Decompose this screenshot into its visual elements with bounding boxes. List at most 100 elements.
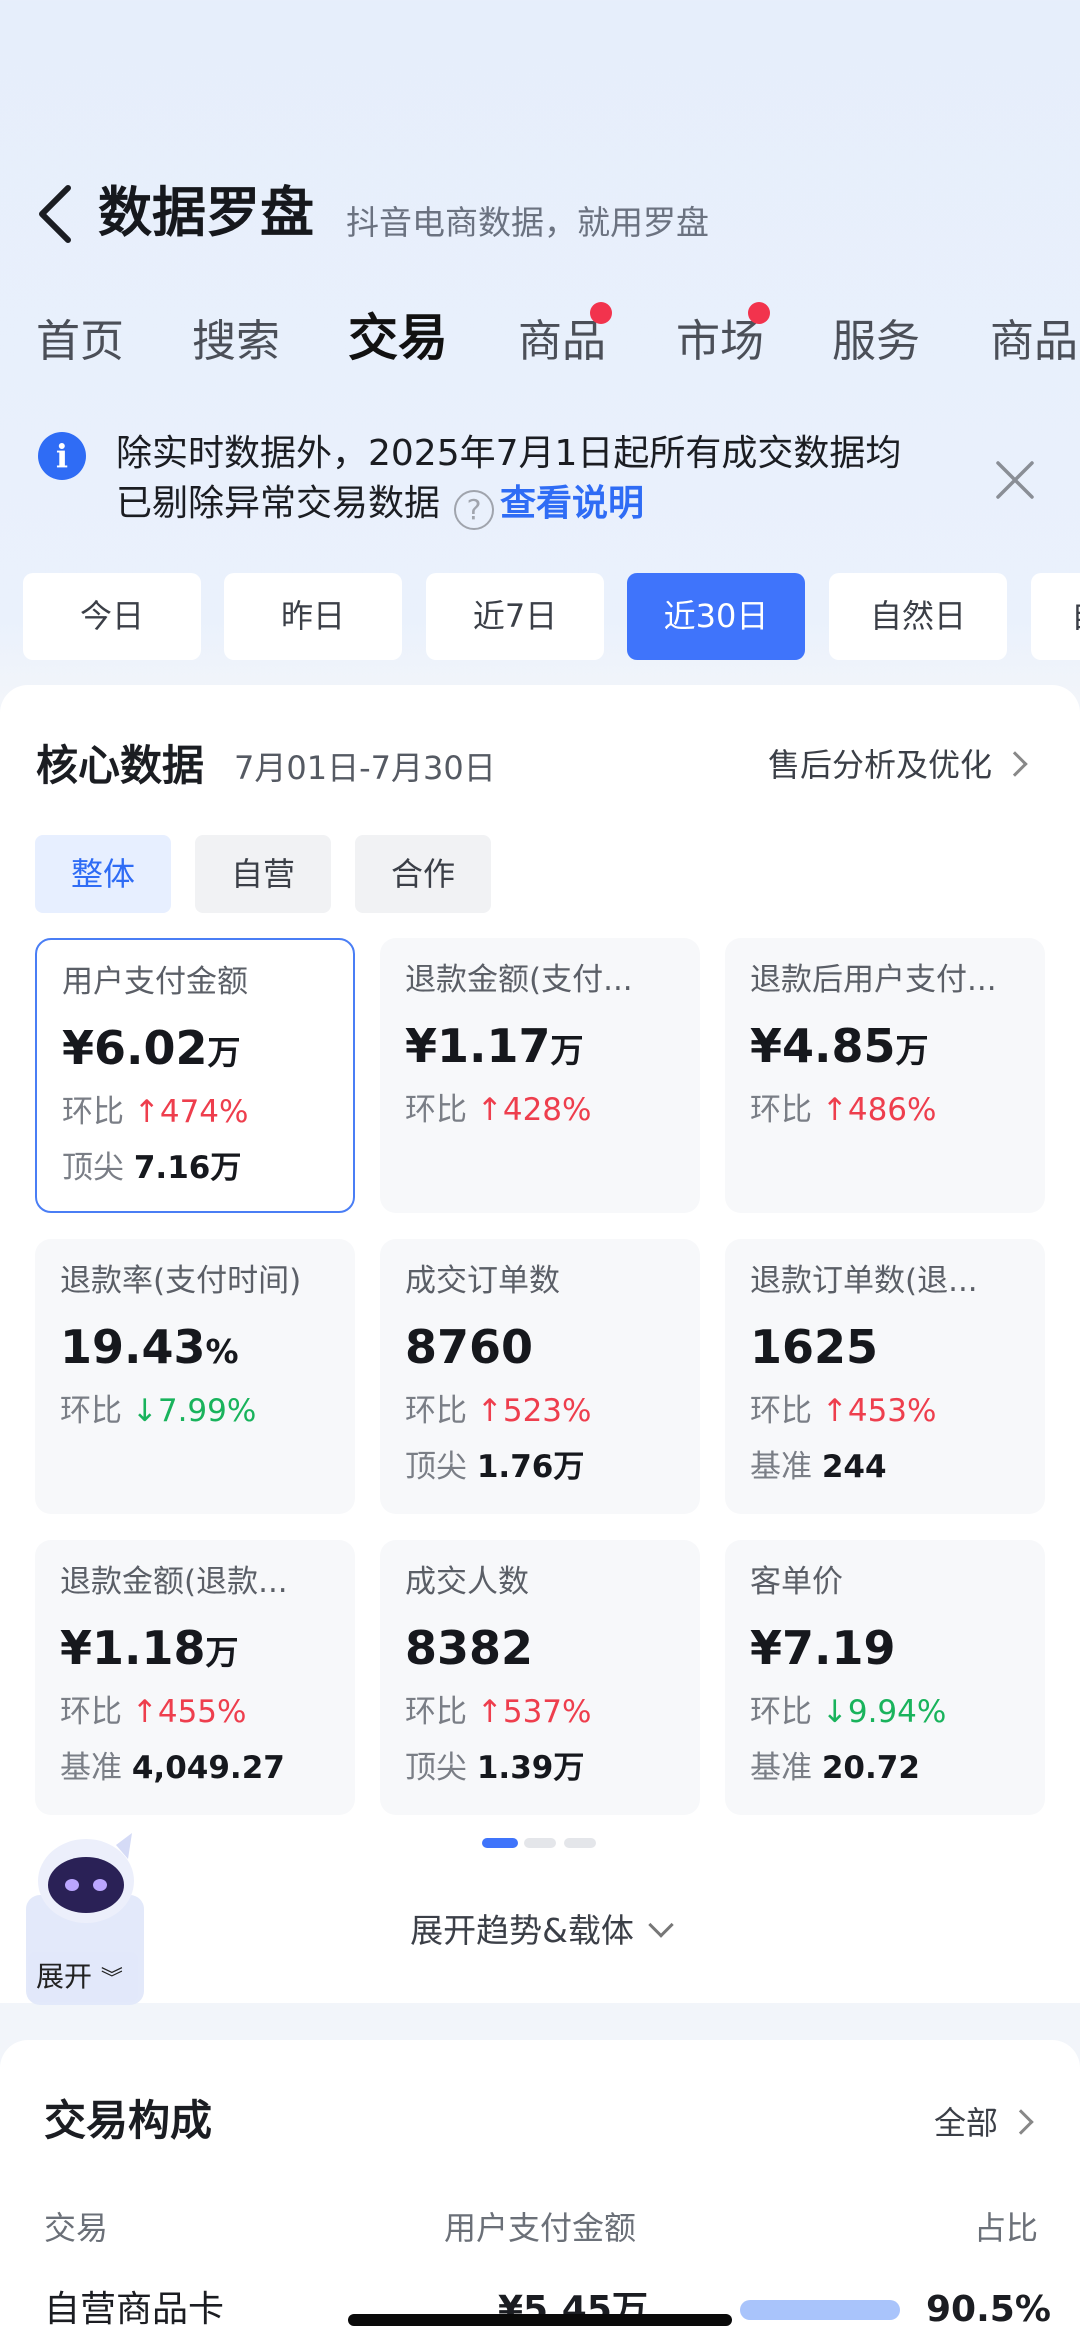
range-30-days[interactable]: 近30日 xyxy=(627,573,805,660)
chevron-left-icon[interactable] xyxy=(32,184,82,244)
tab-market-badge xyxy=(748,302,770,324)
tab-trade[interactable]: 交易 xyxy=(348,308,448,368)
range-natural-day[interactable]: 自然日 xyxy=(829,573,1007,660)
segment-self-operated[interactable]: 自营 xyxy=(195,835,331,913)
metric-unit: 万 xyxy=(895,1031,929,1070)
metric-value: 8760 xyxy=(405,1317,533,1377)
metric-card-refund-amount-pay[interactable]: 退款金额(支付... ¥1.17万 环比 ↑428% xyxy=(380,938,700,1213)
benchmark-value: 1.76万 xyxy=(476,1449,585,1485)
metric-benchmark: 顶尖 1.39万 xyxy=(405,1746,584,1790)
composition-all-label: 全部 xyxy=(934,2104,999,2142)
after-sales-analysis-link[interactable]: 售后分析及优化 xyxy=(768,742,1028,788)
compare-label: 环比 xyxy=(750,1694,812,1730)
compare-label: 环比 xyxy=(750,1092,812,1128)
metric-compare: 环比 ↑474% xyxy=(62,1090,248,1134)
assistant-expand-button[interactable]: 展开 ︾ xyxy=(28,1952,138,2002)
compare-label: 环比 xyxy=(62,1094,124,1130)
core-data-date-range: 7月01日-7月30日 xyxy=(234,749,496,787)
compare-label: 环比 xyxy=(60,1393,122,1429)
tab-goods-2[interactable]: 商品 xyxy=(990,312,1078,372)
tab-home[interactable]: 首页 xyxy=(36,312,124,372)
benchmark-label: 顶尖 xyxy=(405,1449,467,1485)
benchmark-value: 4,049.27 xyxy=(131,1750,285,1786)
metric-compare: 环比 ↓9.94% xyxy=(750,1690,946,1734)
range-7-days[interactable]: 近7日 xyxy=(426,573,604,660)
expand-trend-label: 展开趋势&载体 xyxy=(410,1911,634,1950)
metric-unit: % xyxy=(205,1332,239,1371)
metric-number: ¥1.17 xyxy=(405,1019,551,1073)
range-yesterday[interactable]: 昨日 xyxy=(224,573,402,660)
metric-number: 8760 xyxy=(405,1320,534,1374)
after-sales-analysis-label: 售后分析及优化 xyxy=(768,746,993,784)
compare-value: 455% xyxy=(157,1694,247,1730)
composition-all-link[interactable]: 全部 xyxy=(934,2100,1034,2146)
metric-value: 19.43% xyxy=(60,1317,239,1382)
metric-card-refund-order-count[interactable]: 退款订单数(退... 1625 环比 ↑453% 基准 244 xyxy=(725,1239,1045,1514)
expand-trend-button[interactable]: 展开趋势&载体 xyxy=(0,1906,1080,1956)
metric-number: ¥7.19 xyxy=(750,1621,896,1675)
close-icon[interactable] xyxy=(990,455,1040,505)
question-icon[interactable]: ? xyxy=(454,490,495,530)
metric-card-order-count[interactable]: 成交订单数 8760 环比 ↑523% 顶尖 1.76万 xyxy=(380,1239,700,1514)
metric-benchmark: 顶尖 1.76万 xyxy=(405,1445,584,1489)
col-header-trade: 交易 xyxy=(44,2209,109,2247)
chevron-right-icon xyxy=(1008,2109,1034,2135)
metric-card-post-refund-payment[interactable]: 退款后用户支付... ¥4.85万 环比 ↑486% xyxy=(725,938,1045,1213)
metric-benchmark: 基准 20.72 xyxy=(750,1746,920,1790)
metric-card-buyer-count[interactable]: 成交人数 8382 环比 ↑537% 顶尖 1.39万 xyxy=(380,1540,700,1815)
benchmark-label: 顶尖 xyxy=(62,1150,124,1186)
metric-number: ¥4.85 xyxy=(750,1019,896,1073)
tab-service[interactable]: 服务 xyxy=(832,312,920,372)
composition-title: 交易构成 xyxy=(44,2096,213,2145)
notice-text-line2-text: 已剔除异常交易数据 xyxy=(116,483,441,524)
arrow-down-icon: ↓ xyxy=(131,1393,158,1429)
benchmark-value: 20.72 xyxy=(821,1750,920,1786)
metric-label: 成交人数 xyxy=(405,1564,529,1600)
arrow-up-icon: ↑ xyxy=(476,1694,503,1730)
benchmark-label: 基准 xyxy=(750,1750,812,1786)
segment-overall[interactable]: 整体 xyxy=(35,835,171,913)
metric-number: ¥1.18 xyxy=(60,1621,206,1675)
metric-label: 退款金额(支付... xyxy=(405,962,633,998)
metric-label: 退款订单数(退... xyxy=(750,1263,978,1299)
compare-value: 486% xyxy=(847,1092,937,1128)
double-chevron-down-icon: ︾ xyxy=(100,1967,123,1992)
metric-card-avg-order-value[interactable]: 客单价 ¥7.19 环比 ↓9.94% 基准 20.72 xyxy=(725,1540,1045,1815)
metric-value: 1625 xyxy=(750,1317,878,1377)
metric-label: 成交订单数 xyxy=(405,1263,560,1299)
row-amount: ¥5.45万 xyxy=(498,2289,648,2330)
metric-card-refund-rate[interactable]: 退款率(支付时间) 19.43% 环比 ↓7.99% xyxy=(35,1239,355,1514)
row-name[interactable]: 自营商品卡 xyxy=(44,2284,224,2336)
metric-compare: 环比 ↑537% xyxy=(405,1690,591,1734)
compare-value: 9.94% xyxy=(847,1694,947,1730)
compare-value: 537% xyxy=(502,1694,592,1730)
metric-compare: 环比 ↑523% xyxy=(405,1389,591,1433)
compare-label: 环比 xyxy=(750,1393,812,1429)
pager-dot-1[interactable] xyxy=(482,1838,518,1848)
pager-dot-3[interactable] xyxy=(564,1838,596,1848)
metric-label: 退款率(支付时间) xyxy=(60,1263,302,1299)
metric-benchmark: 顶尖 7.16万 xyxy=(62,1146,241,1190)
top-tabs: 首页 搜索 交易 商品 市场 服务 商品 xyxy=(0,300,1080,390)
metric-compare: 环比 ↑453% xyxy=(750,1389,936,1433)
range-today[interactable]: 今日 xyxy=(23,573,201,660)
compare-value: 453% xyxy=(847,1393,937,1429)
metric-compare: 环比 ↑455% xyxy=(60,1690,246,1734)
range-more[interactable]: 自 xyxy=(1031,573,1080,660)
metric-benchmark: 基准 4,049.27 xyxy=(60,1746,285,1790)
compare-label: 环比 xyxy=(405,1092,467,1128)
metric-card-refund-amount-refund[interactable]: 退款金额(退款... ¥1.18万 环比 ↑455% 基准 4,049.27 xyxy=(35,1540,355,1815)
metric-label: 退款后用户支付... xyxy=(750,962,997,998)
segment-cooperation[interactable]: 合作 xyxy=(355,835,491,913)
metric-value: 8382 xyxy=(405,1618,533,1678)
metric-compare: 环比 ↑486% xyxy=(750,1088,936,1132)
pager-dot-2[interactable] xyxy=(524,1838,556,1848)
home-indicator xyxy=(348,2314,732,2326)
view-explanation-link[interactable]: 查看说明 xyxy=(500,483,644,524)
tab-search[interactable]: 搜索 xyxy=(192,312,280,372)
benchmark-value: 7.16万 xyxy=(133,1150,242,1186)
benchmark-value: 244 xyxy=(821,1449,887,1485)
metric-card-user-payment[interactable]: 用户支付金额 ¥6.02万 环比 ↑474% 顶尖 7.16万 xyxy=(35,938,355,1213)
metric-label: 退款金额(退款... xyxy=(60,1564,288,1600)
metric-number: ¥6.02 xyxy=(62,1021,208,1075)
